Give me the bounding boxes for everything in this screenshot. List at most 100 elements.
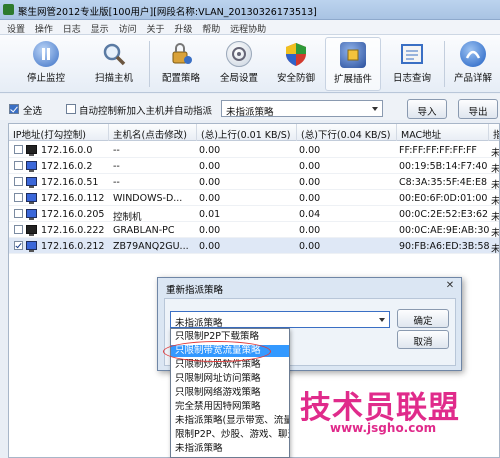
dropdown-option[interactable]: 完全禁用因特网策略 <box>171 401 289 413</box>
col-ip[interactable]: IP地址(打勾控制) <box>9 124 109 141</box>
cell-assign: 未 <box>491 180 500 191</box>
global-settings-button[interactable]: 全局设置 <box>211 37 267 91</box>
cell-ip: 172.16.0.212 <box>41 241 105 252</box>
dialog-policy-select[interactable]: 未指派策略 <box>170 311 390 329</box>
window-title: 聚生网管2012专业版[100用户][网段名称:VLAN_20130326173… <box>18 7 317 18</box>
cell-ip: 172.16.0.51 <box>41 177 99 188</box>
config-policy-button[interactable]: 配置策略 <box>153 37 209 91</box>
cell-host[interactable]: -- <box>113 161 195 172</box>
cell-ip: 172.16.0.2 <box>41 161 93 172</box>
cell-ip: 172.16.0.112 <box>41 193 105 204</box>
product-details-button[interactable]: 产品详解 <box>447 37 499 91</box>
extensions-button[interactable]: 扩展插件 <box>325 37 381 91</box>
menu-help[interactable]: 帮助 <box>202 22 220 35</box>
cell-host[interactable]: -- <box>113 177 195 188</box>
cell-ip: 172.16.0.0 <box>41 145 93 156</box>
menu-upgrade[interactable]: 升级 <box>174 22 192 35</box>
lock-config-icon <box>168 41 194 67</box>
globe-settings-icon <box>226 41 252 67</box>
table-row[interactable]: 172.16.0.212 ZB79ANQ2GU... 0.00 0.00 90:FB:A… <box>9 238 499 255</box>
dropdown-option[interactable]: 限制P2P、炒股、游戏、聊天策略 <box>171 429 289 441</box>
dropdown-option[interactable]: 只限制网址访问策略 <box>171 373 289 385</box>
col-upload[interactable]: (总)上行(0.01 KB/S) <box>197 124 297 141</box>
table-row[interactable]: 172.16.0.0 -- 0.00 0.00 FF:FF:FF:FF:FF:FF 未 <box>9 142 500 159</box>
menu-settings[interactable]: 设置 <box>7 22 25 35</box>
import-button[interactable]: 导入 <box>407 99 447 119</box>
col-mac[interactable]: MAC地址 <box>397 124 489 141</box>
cell-assign: 未 <box>491 164 500 175</box>
dropdown-option[interactable]: 未指派策略 <box>171 443 289 455</box>
col-download[interactable]: (总)下行(0.04 KB/S) <box>297 124 397 141</box>
row-checkbox[interactable] <box>14 161 23 170</box>
cell-download: 0.00 <box>299 241 321 252</box>
menu-log[interactable]: 日志 <box>63 22 81 35</box>
cell-host[interactable]: -- <box>113 145 195 156</box>
cell-download: 0.04 <box>299 209 321 220</box>
menu-remote-assist[interactable]: 远程协助 <box>230 22 266 35</box>
cell-upload: 0.01 <box>199 209 221 220</box>
row-checkbox[interactable] <box>14 145 23 154</box>
table-row[interactable]: 172.16.0.205 控制机 0.01 0.04 00:0C:2E:52:E3:62… <box>9 206 500 223</box>
cell-upload: 0.00 <box>199 145 221 156</box>
cell-upload: 0.00 <box>199 225 221 236</box>
computer-icon <box>26 177 37 188</box>
dialog-title: 重新指派策略 <box>166 285 224 296</box>
dropdown-option[interactable]: 未指派策略(显示带宽、流量) <box>171 415 289 427</box>
policy-select-value: 未指派策略 <box>226 107 274 118</box>
cancel-button[interactable]: 取消 <box>397 330 449 349</box>
table-row[interactable]: 172.16.0.112 WINDOWS-D... 0.00 0.00 00:E0:6F… <box>9 190 499 207</box>
cell-mac: 00:E0:6F:0D:01:00 <box>399 193 488 204</box>
select-all-checkbox[interactable] <box>9 104 19 114</box>
watermark-url: www.jsgho.com <box>330 421 437 435</box>
scan-hosts-button[interactable]: 扫描主机 <box>86 37 142 91</box>
stop-monitor-button[interactable]: 停止监控 <box>18 37 74 91</box>
ok-button[interactable]: 确定 <box>397 309 449 328</box>
cell-upload: 0.00 <box>199 193 221 204</box>
cell-upload: 0.00 <box>199 177 221 188</box>
config-policy-label: 配置策略 <box>161 73 200 84</box>
toolbar: 停止监控 扫描主机 配置策略 全局设置 安全防御 扩展插件 日志查询 产品详解 <box>0 35 500 93</box>
log-query-button[interactable]: 日志查询 <box>384 37 440 91</box>
col-assign[interactable]: 指 <box>489 124 499 141</box>
close-icon[interactable]: ✕ <box>442 280 458 293</box>
cell-host[interactable]: 控制机 <box>113 209 195 223</box>
export-button[interactable]: 导出 <box>458 99 498 119</box>
dropdown-option[interactable]: 只限制网络游戏策略 <box>171 387 289 399</box>
row-checkbox[interactable] <box>14 241 23 250</box>
row-checkbox[interactable] <box>14 193 23 202</box>
menu-operation[interactable]: 操作 <box>35 22 53 35</box>
product-icon <box>460 41 486 67</box>
annotation-circle <box>163 341 271 362</box>
menu-display[interactable]: 显示 <box>91 22 109 35</box>
cell-assign: 未 <box>491 228 500 239</box>
cell-mac: 00:0C:AE:9E:AB:30 <box>399 225 490 236</box>
cell-download: 0.00 <box>299 145 321 156</box>
log-icon <box>399 41 425 67</box>
computer-icon <box>26 225 37 236</box>
cell-host[interactable]: GRABLAN-PC <box>113 225 195 236</box>
dialog-policy-select-value: 未指派策略 <box>175 318 223 329</box>
table-row[interactable]: 172.16.0.222 GRABLAN-PC 0.00 0.00 00:0C:AE:9… <box>9 222 500 239</box>
policy-select[interactable]: 未指派策略 <box>221 100 383 118</box>
row-checkbox[interactable] <box>14 177 23 186</box>
cell-host[interactable]: ZB79ANQ2GU... <box>113 241 195 252</box>
cell-mac: FF:FF:FF:FF:FF:FF <box>399 145 477 156</box>
cell-assign: 未 <box>491 212 500 223</box>
table-row[interactable]: 172.16.0.51 -- 0.00 0.00 C8:3A:35:5F:4E:E8 未 <box>9 174 500 191</box>
table-row[interactable]: 172.16.0.2 -- 0.00 0.00 00:19:5B:14:F7:40 未 <box>9 158 500 175</box>
title-bar: 聚生网管2012专业版[100用户][网段名称:VLAN_20130326173… <box>0 0 500 20</box>
cell-assign: 未 <box>491 148 500 159</box>
security-defense-button[interactable]: 安全防御 <box>268 37 324 91</box>
row-checkbox[interactable] <box>14 225 23 234</box>
col-host[interactable]: 主机名(点击修改) <box>109 124 197 141</box>
table-header: IP地址(打勾控制) 主机名(点击修改) (总)上行(0.01 KB/S) (总… <box>9 124 499 141</box>
cell-host[interactable]: WINDOWS-D... <box>113 193 195 204</box>
log-query-label: 日志查询 <box>392 73 431 84</box>
computer-icon <box>26 193 37 204</box>
row-checkbox[interactable] <box>14 209 23 218</box>
cell-download: 0.00 <box>299 161 321 172</box>
menu-access[interactable]: 访问 <box>119 22 137 35</box>
watermark-logo: 技术员联盟 www.jsgho.com <box>300 382 460 435</box>
menu-about[interactable]: 关于 <box>146 22 164 35</box>
auto-assign-checkbox[interactable] <box>66 104 76 114</box>
